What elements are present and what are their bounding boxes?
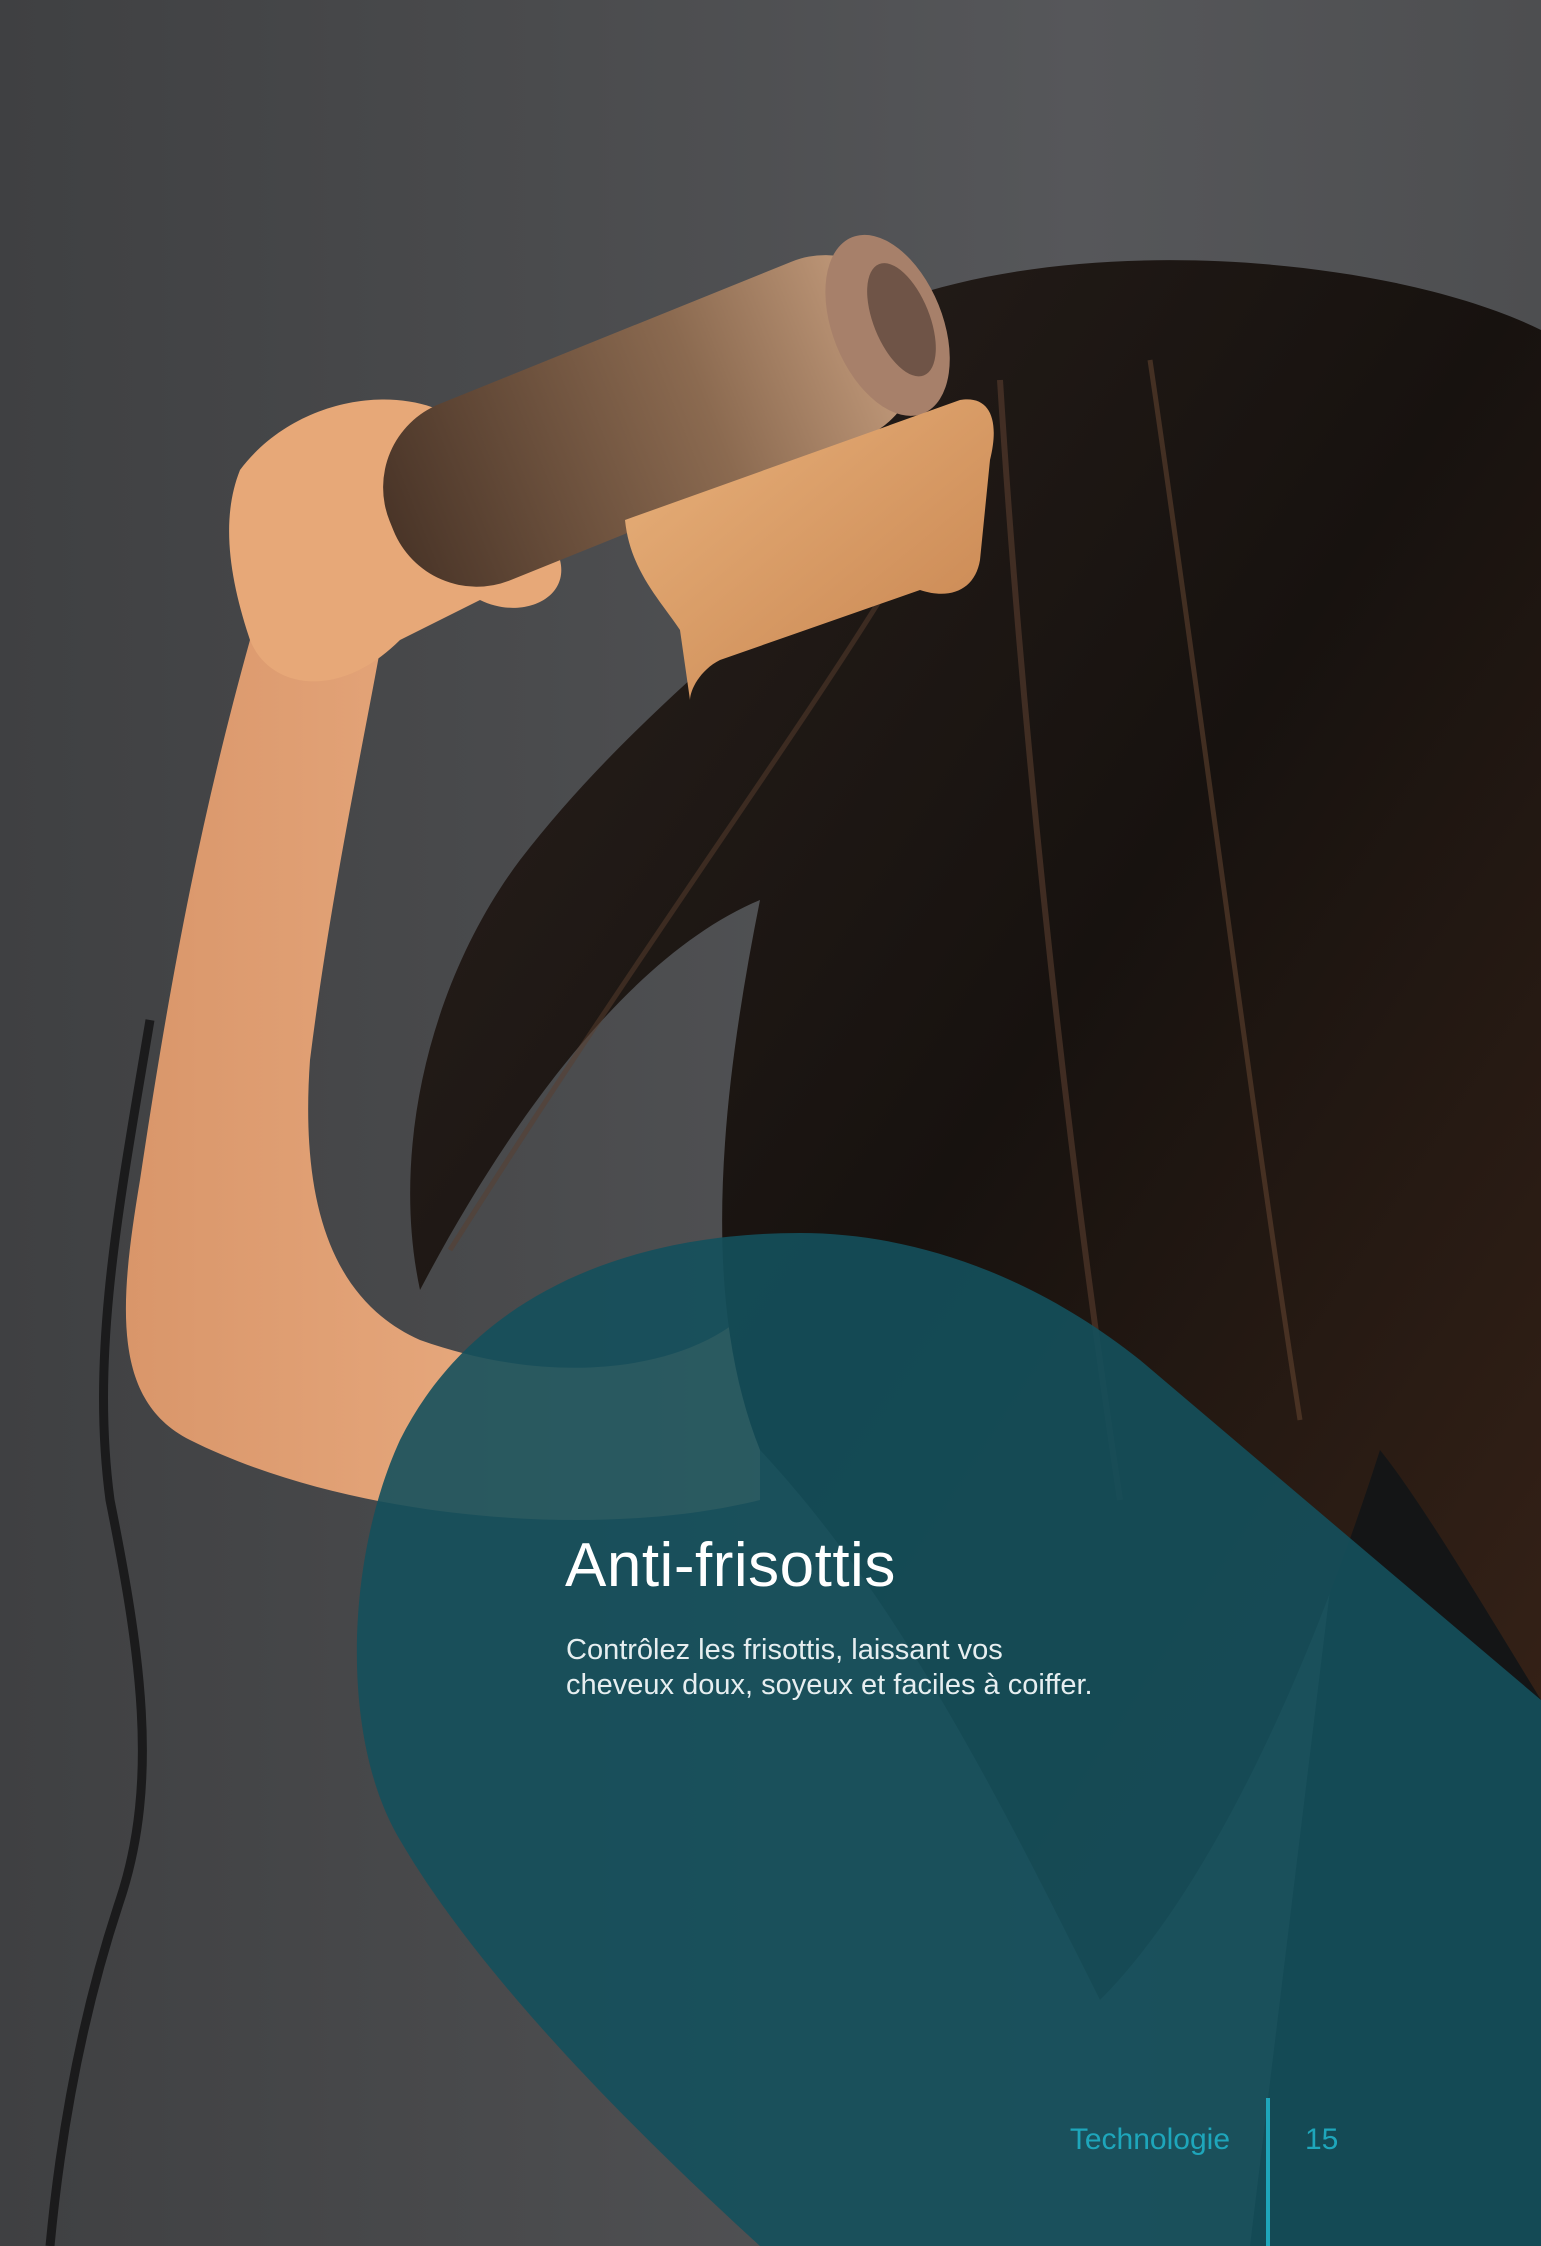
brochure-page: Anti-frisottis Contrôlez les frisottis, … [0, 0, 1541, 2246]
info-panel [356, 1233, 1541, 2246]
description-line-1: Contrôlez les frisottis, laissant vos [566, 1634, 1003, 1666]
footer-section-label: Technologie [1069, 2123, 1230, 2156]
description-line-2: cheveux doux, soyeux et faciles à coiffe… [566, 1669, 1093, 1701]
feature-description: Contrôlez les frisottis, laissant vos ch… [566, 1633, 1186, 1703]
footer-divider [1266, 2098, 1270, 2246]
page-number: 15 [1305, 2123, 1339, 2156]
page-title: Anti-frisottis [565, 1531, 896, 1600]
